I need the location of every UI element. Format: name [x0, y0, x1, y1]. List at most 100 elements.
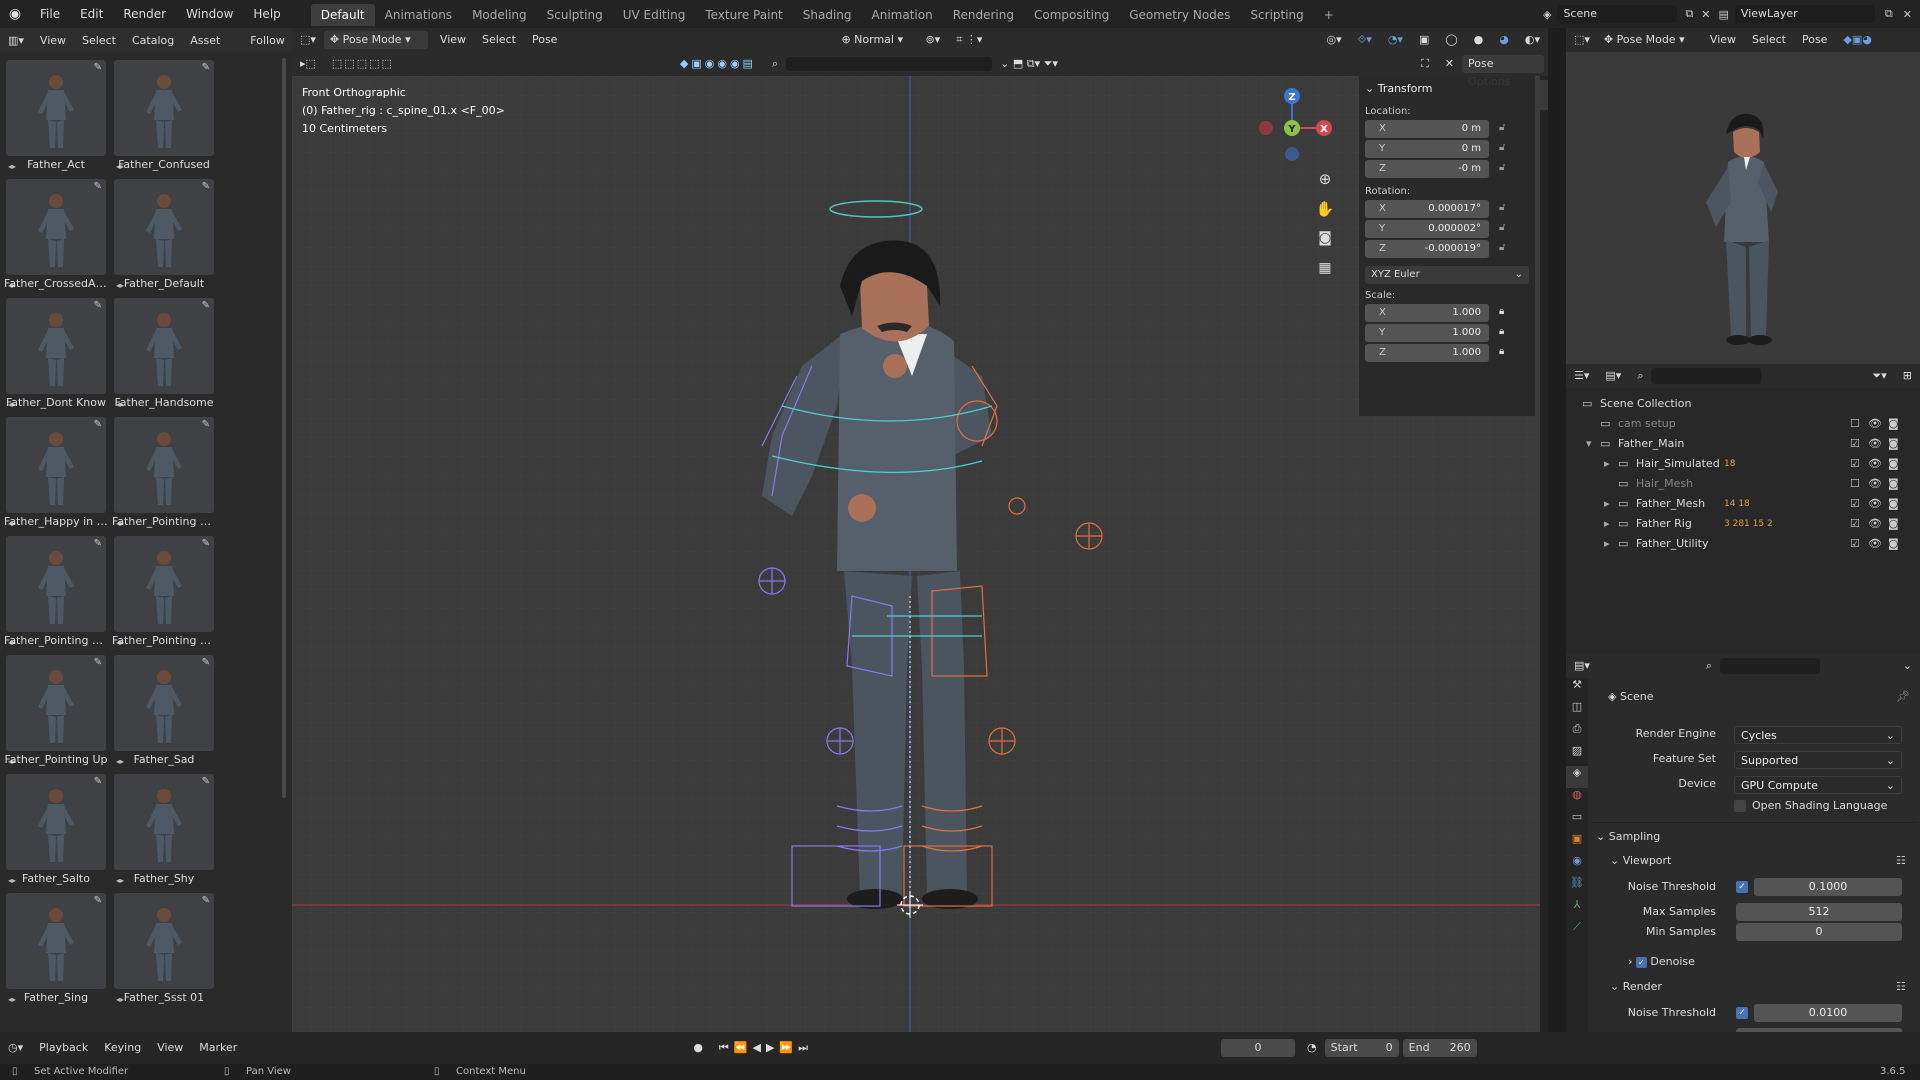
keying-menu[interactable]: Keying: [96, 1037, 149, 1059]
exclude-checkbox[interactable]: ☑: [1850, 454, 1860, 474]
add-workspace-button[interactable]: +: [1314, 4, 1344, 26]
r-noise-threshold-field[interactable]: 0.0100: [1754, 1004, 1902, 1022]
asset-tile[interactable]: ✎ ◂▸ Father_CrossedArm: [4, 177, 108, 296]
edit-asset-icon[interactable]: ✎: [94, 419, 102, 430]
selection-mode-icons[interactable]: ⬚⬚⬚⬚⬚: [324, 53, 402, 75]
workspace-tab-animation[interactable]: Animation: [862, 4, 943, 26]
select-tool-icon[interactable]: ▸⬚: [292, 53, 324, 75]
workspace-tab-modeling[interactable]: Modeling: [462, 4, 537, 26]
asset-tile[interactable]: ✎ ◂▸ Father_Pointing D...: [112, 415, 216, 534]
menu-file[interactable]: File: [30, 0, 70, 28]
edit-asset-icon[interactable]: ✎: [202, 776, 210, 787]
menu-render[interactable]: Render: [113, 0, 176, 28]
sampling-panel-header[interactable]: ⌄ Sampling: [1596, 830, 1660, 843]
workspace-tab-uv-editing[interactable]: UV Editing: [613, 4, 696, 26]
pin-icon[interactable]: 📌︎: [1896, 690, 1910, 703]
edit-asset-icon[interactable]: ✎: [94, 62, 102, 73]
asset-menu-catalog[interactable]: Catalog: [124, 34, 182, 47]
lock-icon[interactable]: 🔓︎: [1499, 202, 1505, 213]
new-collection-icon[interactable]: ⊞: [1895, 365, 1920, 387]
bone-tab-icon[interactable]: ⟋: [1566, 920, 1588, 942]
outliner-row[interactable]: ▭ cam setup ☐ 👁︎ ◙: [1566, 414, 1920, 434]
camera-view-icon[interactable]: ◙: [1314, 230, 1336, 246]
lock-icon[interactable]: 🔓︎: [1499, 222, 1505, 233]
rendered-shading-icon[interactable]: ◐▾: [1517, 29, 1548, 51]
outliner-row[interactable]: ▾ ▭ Father_Main ☑ 👁︎ ◙: [1566, 434, 1920, 454]
device-dropdown[interactable]: GPU Compute ⌄: [1734, 776, 1902, 794]
denoise-checkbox[interactable]: ✓: [1635, 957, 1647, 968]
edit-asset-icon[interactable]: ✎: [202, 62, 210, 73]
workspace-tab-texture-paint[interactable]: Texture Paint: [695, 4, 792, 26]
workspace-tab-geometry-nodes[interactable]: Geometry Nodes: [1119, 4, 1240, 26]
preview-menu-select[interactable]: Select: [1744, 29, 1794, 51]
edit-asset-icon[interactable]: ✎: [94, 895, 102, 906]
material-shading-icon[interactable]: ◕: [1491, 29, 1517, 51]
edit-asset-icon[interactable]: ✎: [94, 181, 102, 192]
render-camera-icon[interactable]: ◙: [1888, 514, 1899, 534]
workspace-tab-compositing[interactable]: Compositing: [1024, 4, 1119, 26]
presets-icon[interactable]: ☷: [1896, 980, 1906, 993]
workspace-tab-default[interactable]: Default: [310, 4, 375, 26]
transform-panel-header[interactable]: ⌄ Transform: [1365, 82, 1432, 95]
asset-tile[interactable]: ✎ ◂▸ Father_Pointing L...: [112, 534, 216, 653]
location-x-field[interactable]: X 0 m: [1365, 120, 1489, 138]
viewport-editor-type-icon[interactable]: ⬚▾: [292, 29, 324, 51]
asset-tile[interactable]: ✎ ◂▸ Father_Salto: [4, 772, 108, 891]
viewport-menu-select[interactable]: Select: [474, 29, 524, 51]
workspace-tab-sculpting[interactable]: Sculpting: [537, 4, 613, 26]
render-camera-icon[interactable]: ◙: [1888, 434, 1899, 454]
pan-hand-icon[interactable]: ✋: [1314, 200, 1336, 218]
eye-icon[interactable]: 👁︎: [1868, 494, 1882, 514]
workspace-tab-scripting[interactable]: Scripting: [1240, 4, 1313, 26]
sidebar-tab[interactable]: Cloudfor Model Manager: [1540, 398, 1548, 544]
edit-asset-icon[interactable]: ✎: [202, 181, 210, 192]
sidebar-tab[interactable]: BlenderKit: [1540, 336, 1548, 394]
asset-tile[interactable]: ✎ ◂▸ Father_Act: [4, 58, 108, 177]
render-subpanel-header[interactable]: ⌄ Render: [1610, 980, 1662, 993]
playback-menu[interactable]: Playback: [31, 1037, 96, 1059]
properties-search-icon[interactable]: ⌕: [1698, 655, 1720, 677]
render-camera-icon[interactable]: ◙: [1888, 474, 1899, 494]
3d-viewport[interactable]: ⬚▾ ✥ Pose Mode ▾ View Select Pose ⊕ Norm…: [292, 28, 1548, 1032]
render-camera-icon[interactable]: ◙: [1888, 534, 1899, 554]
outliner-row[interactable]: ▭ Scene Collection: [1566, 394, 1920, 414]
view-layer-tab-icon[interactable]: ▨: [1566, 744, 1588, 766]
visibility-icon[interactable]: ◎▾: [1318, 29, 1349, 51]
lock-icon[interactable]: 🔓︎: [1499, 242, 1505, 253]
presets-icon[interactable]: ☷: [1896, 854, 1906, 867]
new-scene-icon[interactable]: ⧉: [1685, 7, 1693, 21]
preview-menu-view[interactable]: View: [1702, 29, 1744, 51]
scene-selector[interactable]: Scene: [1557, 5, 1678, 23]
editor-type-icon[interactable]: ▥▾: [0, 34, 32, 47]
auto-keying-icon[interactable]: ●: [685, 1037, 711, 1059]
vp-noise-threshold-field[interactable]: 0.1000: [1754, 878, 1902, 896]
outliner-row[interactable]: ▭ Hair_Mesh ☐ 👁︎ ◙: [1566, 474, 1920, 494]
asset-tile[interactable]: ✎ ◂▸ Father_Ssst 01: [112, 891, 216, 1010]
rotation-y-field[interactable]: Y 0.000002°: [1365, 220, 1489, 238]
asset-scrollbar[interactable]: [282, 58, 286, 798]
asset-tile[interactable]: ✎ ◂▸ Father_Confused: [112, 58, 216, 177]
viewport-menu-view[interactable]: View: [432, 29, 474, 51]
tool-tab-icon[interactable]: ⚒: [1566, 678, 1588, 700]
preview-menu-pose[interactable]: Pose: [1794, 29, 1835, 51]
rotation-mode-dropdown[interactable]: XYZ Euler ⌄: [1365, 266, 1529, 284]
vp-noise-threshold-checkbox[interactable]: ✓: [1736, 881, 1748, 893]
lock-icon[interactable]: 🔒︎: [1499, 326, 1504, 337]
asset-tile[interactable]: ✎ ◂▸ Father_Sing: [4, 891, 108, 1010]
workspace-tab-shading[interactable]: Shading: [793, 4, 862, 26]
osl-checkbox[interactable]: [1734, 800, 1746, 812]
asset-tile[interactable]: ✎ ◂▸ Father_Default: [112, 177, 216, 296]
current-frame-field[interactable]: 0: [1221, 1039, 1296, 1057]
lock-icon[interactable]: 🔓︎: [1499, 162, 1505, 173]
outliner-row[interactable]: ▸ ▭ Father_Utility ☑ 👁︎ ◙: [1566, 534, 1920, 554]
lock-icon[interactable]: 🔓︎: [1499, 142, 1505, 153]
new-view-layer-icon[interactable]: ⧉: [1885, 7, 1893, 21]
scale-z-field[interactable]: Z 1.000: [1365, 344, 1489, 362]
pivot-point-icon[interactable]: ⊚▾: [917, 29, 948, 51]
eye-icon[interactable]: 👁︎: [1868, 474, 1882, 494]
properties-search-input[interactable]: [1720, 658, 1821, 674]
asset-menu-view[interactable]: View: [32, 34, 74, 47]
exclude-checkbox[interactable]: ☐: [1850, 414, 1860, 434]
marker-menu[interactable]: Marker: [191, 1037, 245, 1059]
properties-options-icon[interactable]: ⌄: [1895, 655, 1920, 677]
